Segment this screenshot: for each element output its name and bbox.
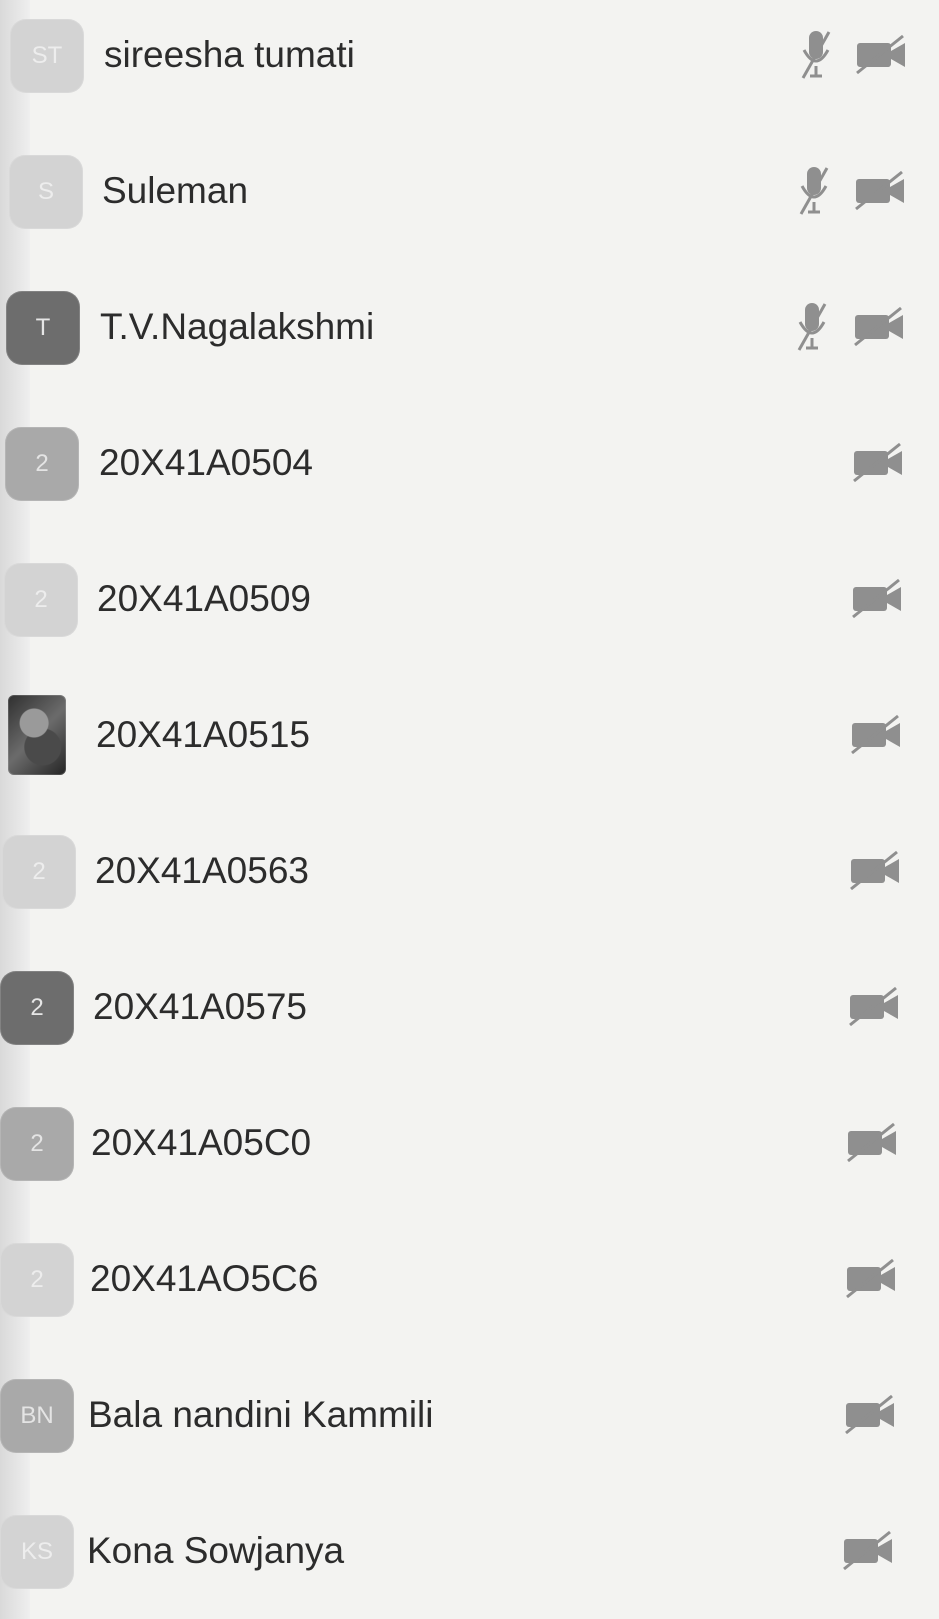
camera-off-icon[interactable]	[843, 1257, 899, 1301]
avatar: 2	[4, 563, 78, 637]
avatar-initials: S	[37, 178, 54, 205]
participant-row[interactable]: 2 20X41AO5C6	[0, 1211, 939, 1347]
avatar: KS	[0, 1515, 74, 1589]
avatar: ST	[10, 19, 84, 93]
camera-off-icon[interactable]	[844, 1121, 900, 1165]
participant-name: 20X41A0563	[95, 850, 309, 891]
participant-name: 20X41A0509	[97, 578, 311, 619]
mic-muted-icon[interactable]	[796, 28, 836, 82]
participant-row[interactable]: ST sireesha tumati	[0, 0, 939, 123]
participant-row[interactable]: 2 20X41A0575	[0, 939, 939, 1075]
avatar-initials: 2	[34, 586, 48, 613]
participant-name: T.V.Nagalakshmi	[100, 306, 375, 347]
avatar: 2	[0, 1243, 74, 1317]
participant-name: 20X41A0575	[93, 986, 307, 1027]
mic-muted-icon[interactable]	[794, 164, 834, 218]
participant-name: 20X41A05C0	[91, 1122, 312, 1163]
camera-off-icon[interactable]	[840, 1529, 896, 1573]
participant-row[interactable]: S Suleman	[0, 123, 939, 259]
camera-off-icon[interactable]	[849, 577, 905, 621]
avatar-initials: T	[35, 314, 51, 341]
camera-off-icon[interactable]	[852, 169, 908, 213]
participant-name: Bala nandini Kammili	[88, 1394, 434, 1435]
camera-off-icon[interactable]	[846, 985, 902, 1029]
avatar-initials: ST	[31, 42, 63, 69]
participant-name: 20X41A0504	[99, 442, 313, 483]
camera-off-icon[interactable]	[851, 305, 907, 349]
avatar-initials: BN	[20, 1402, 54, 1429]
avatar-initials: 2	[32, 858, 46, 885]
avatar: 2	[5, 427, 79, 501]
participant-row[interactable]: BN Bala nandini Kammili	[0, 1347, 939, 1483]
avatar-initials: 2	[30, 994, 44, 1021]
participant-row[interactable]: T T.V.Nagalakshmi	[0, 259, 939, 395]
participant-name: sireesha tumati	[104, 34, 355, 75]
avatar-initials: 2	[30, 1266, 44, 1293]
participant-row[interactable]: 2 20X41A0563	[0, 803, 939, 939]
participant-row[interactable]: KS Kona Sowjanya	[0, 1483, 939, 1619]
avatar-initials: KS	[20, 1538, 53, 1565]
camera-off-icon[interactable]	[853, 33, 909, 77]
participant-name: Kona Sowjanya	[87, 1530, 345, 1571]
camera-off-icon[interactable]	[850, 441, 906, 485]
camera-off-icon[interactable]	[847, 849, 903, 893]
participant-row[interactable]: 2 20X41A0509	[0, 531, 939, 667]
camera-off-icon[interactable]	[848, 713, 904, 757]
participant-name: 20X41AO5C6	[90, 1258, 319, 1299]
avatar-initials: 2	[35, 450, 49, 477]
participant-row[interactable]: 20X41A0515	[0, 667, 939, 803]
avatar-photo	[8, 695, 66, 775]
camera-off-icon[interactable]	[842, 1393, 898, 1437]
participant-row[interactable]: 2 20X41A0504	[0, 395, 939, 531]
avatar: BN	[0, 1379, 74, 1453]
mic-muted-icon[interactable]	[792, 300, 832, 354]
avatar: S	[9, 155, 83, 229]
avatar: 2	[0, 1107, 74, 1181]
participant-row[interactable]: 2 20X41A05C0	[0, 1075, 939, 1211]
avatar: 2	[2, 835, 76, 909]
avatar: T	[6, 291, 80, 365]
participant-name: Suleman	[102, 170, 249, 211]
participant-name: 20X41A0515	[96, 714, 310, 755]
avatar: 2	[0, 971, 74, 1045]
avatar-initials: 2	[30, 1130, 44, 1157]
